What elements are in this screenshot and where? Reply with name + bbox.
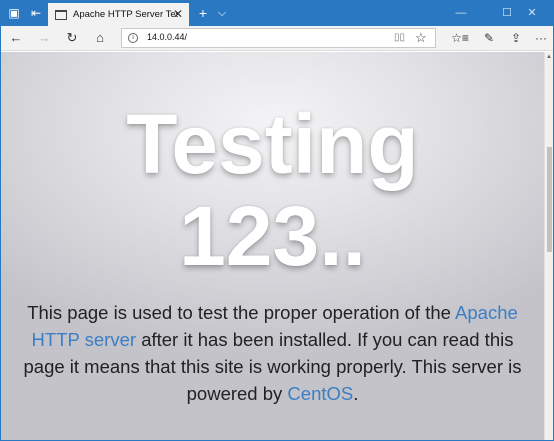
scroll-thumb[interactable] (547, 147, 552, 252)
new-tab-button[interactable]: + (194, 4, 212, 22)
reading-view-icon[interactable]: ▯▯ (394, 32, 405, 43)
home-button[interactable]: ⌂ (91, 29, 109, 47)
scroll-up-arrow-icon[interactable]: ▲ (546, 54, 552, 60)
more-menu-icon[interactable]: ··· (532, 29, 550, 47)
page-content: Testing 123.. This page is used to test … (1, 52, 544, 440)
tab-title: Apache HTTP Server Test Page powered by … (73, 9, 178, 20)
heading-line-1: Testing (126, 97, 419, 191)
title-bar: ▣ ⇤ Apache HTTP Server Test Page powered… (1, 1, 553, 26)
vertical-scrollbar[interactable]: ▲ (544, 52, 553, 440)
centos-link[interactable]: CentOS (287, 383, 353, 404)
web-notes-icon[interactable]: ✎ (480, 29, 498, 47)
desc-end: . (353, 383, 359, 404)
tab-close-icon[interactable]: ✕ (173, 7, 183, 21)
tab-sets-icon[interactable]: ▣ (6, 5, 22, 21)
info-icon[interactable]: i (128, 33, 138, 43)
address-bar[interactable]: i 14.0.0.44/ ▯▯ ☆ (121, 28, 436, 48)
forward-button[interactable]: → (35, 29, 53, 47)
url-text[interactable]: 14.0.0.44/ (147, 32, 187, 42)
tab-active[interactable]: Apache HTTP Server Test Page powered by … (48, 3, 189, 26)
refresh-button[interactable]: ↻ (63, 29, 81, 47)
minimize-button[interactable]: — (438, 1, 484, 26)
heading-line-2: 123.. (179, 189, 366, 283)
share-icon[interactable]: ⇪ (507, 29, 525, 47)
favorites-hub-icon[interactable]: ☆≡ (451, 29, 469, 47)
browser-window: ▣ ⇤ Apache HTTP Server Test Page powered… (0, 0, 554, 441)
navigation-bar: ← → ↻ ⌂ i 14.0.0.44/ ▯▯ ☆ ☆≡ ✎ ⇪ ··· (1, 26, 553, 51)
back-button[interactable]: ← (7, 29, 25, 47)
description-paragraph: This page is used to test the proper ope… (19, 299, 526, 407)
tab-preview-icon[interactable]: ⇤ (28, 5, 44, 21)
favorite-star-icon[interactable]: ☆ (415, 30, 427, 46)
desc-text-1: This page is used to test the proper ope… (27, 302, 451, 323)
page-icon (55, 9, 67, 20)
close-window-button[interactable]: ✕ (511, 1, 553, 26)
page-heading: Testing 123.. (1, 98, 544, 282)
tab-menu-icon[interactable]: ⌵ (213, 4, 231, 22)
